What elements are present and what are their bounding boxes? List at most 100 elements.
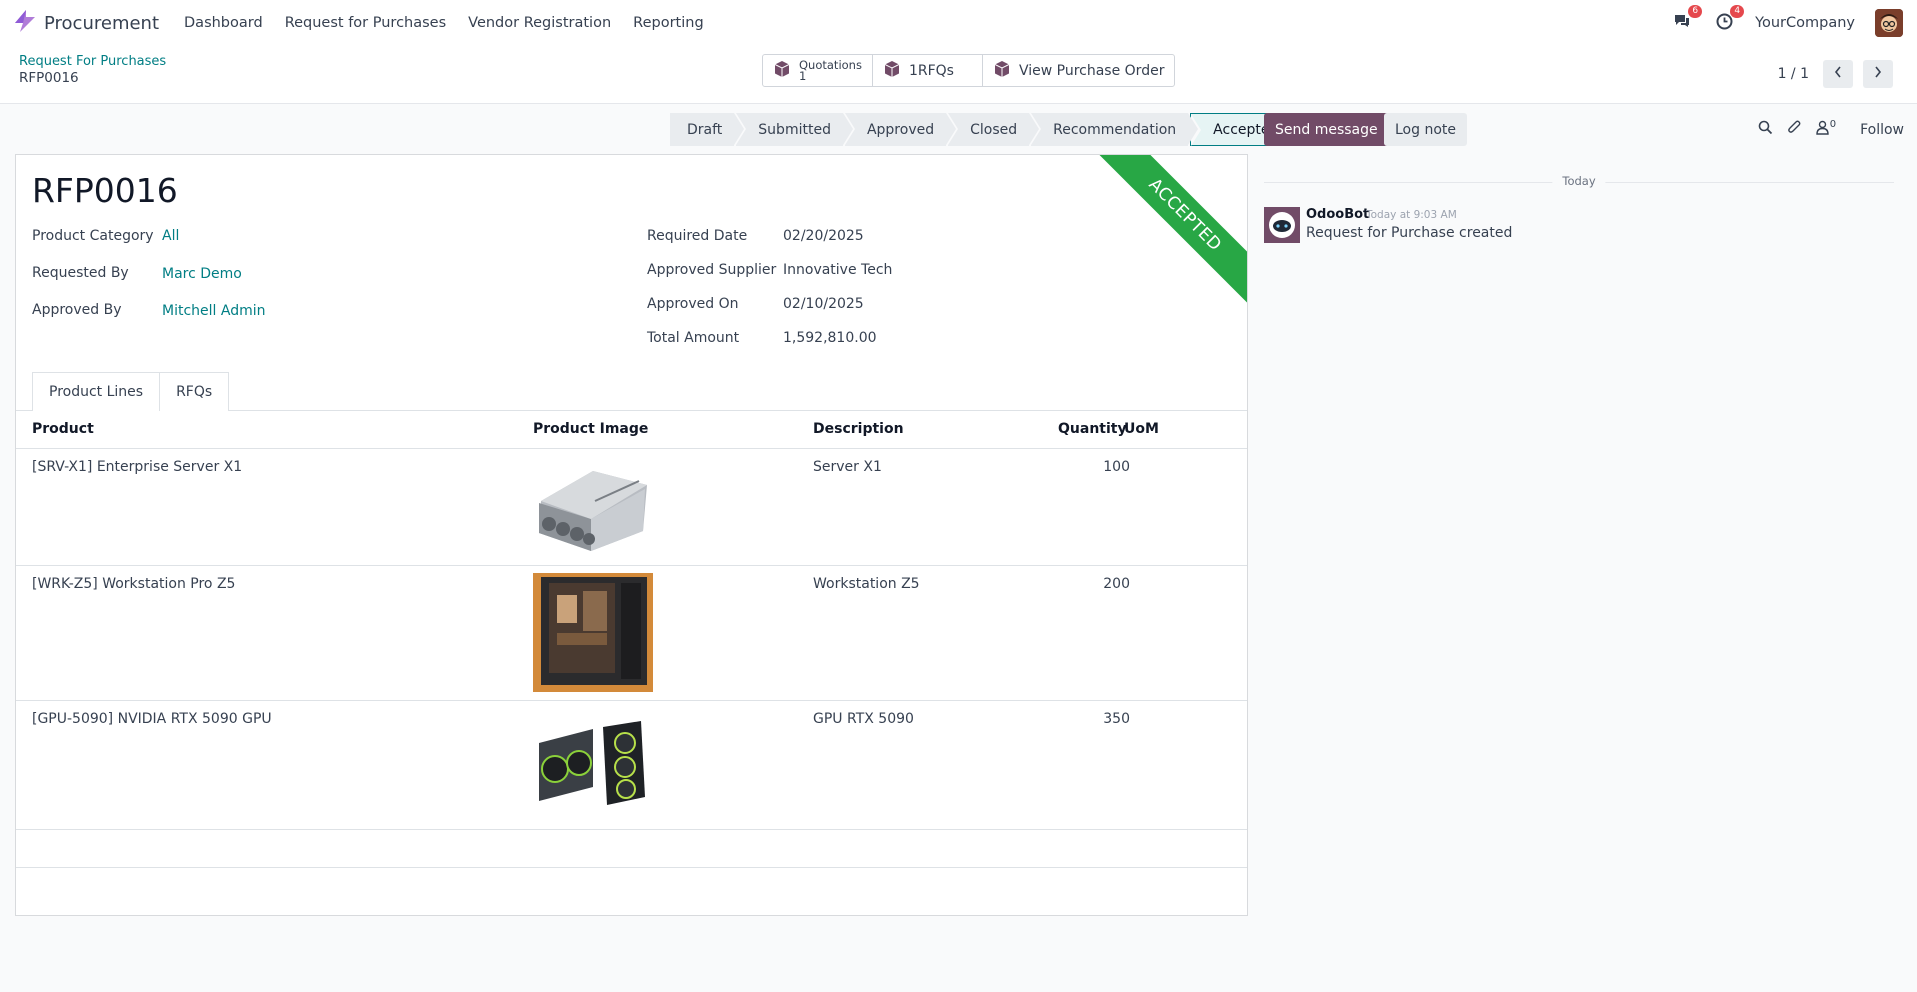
table-header: Product Product Image Description Quanti… [16,411,1247,449]
column-description[interactable]: Description [813,421,904,437]
column-quantity[interactable]: Quantity [1058,421,1127,437]
column-product[interactable]: Product [32,421,94,437]
smart-buttons: Quotations 1 1RFQs View Purchase Order [762,54,1176,87]
box-icon [883,60,901,82]
tab-rfqs[interactable]: RFQs [160,372,230,411]
workstation-image [533,573,653,696]
required-date-label: Required Date [647,228,748,244]
approved-by-label: Approved By [32,302,122,318]
quotations-count: 1 [799,68,807,83]
description-cell: Workstation Z5 [813,576,920,592]
stage-submitted[interactable]: Submitted [736,113,853,146]
company-switcher[interactable]: YourCompany [1755,15,1855,31]
followers-button[interactable]: 0 [1816,120,1836,139]
message-time: Today at 9:03 AM [1366,209,1457,221]
messaging-menu[interactable]: 6 [1671,5,1703,34]
user-avatar[interactable] [1875,9,1903,37]
rfqs-label: 1RFQs [908,62,954,79]
pager-previous-button[interactable] [1823,60,1853,88]
product-category-label: Product Category [32,228,154,244]
stage-draft[interactable]: Draft [670,113,745,146]
view-po-label: View Purchase Order [1018,62,1165,79]
pager-value[interactable]: 1 / 1 [1778,66,1809,82]
app-name: Procurement [44,12,160,34]
product-lines-table: Product Product Image Description Quanti… [16,411,1247,868]
app-logo-icon [12,9,38,37]
gpu-image [533,721,653,815]
chatter-tools: 0 Follow [1758,113,1904,146]
quantity-cell: 100 [1103,459,1130,475]
pager: 1 / 1 [1778,60,1893,88]
breadcrumb-parent-link[interactable]: Request For Purchases [19,54,166,69]
clock-icon [1716,13,1733,34]
stage-approved[interactable]: Approved [844,113,957,146]
chevron-left-icon [1834,66,1842,82]
chevron-right-icon [1874,66,1882,82]
product-cell: [SRV-X1] Enterprise Server X1 [32,459,243,475]
search-icon[interactable] [1758,120,1773,139]
table-row[interactable]: [SRV-X1] Enterprise Server X1 Server X1 … [16,449,1247,566]
control-panel: Request For Purchases RFP0016 Quotations… [0,46,1917,104]
product-category-value[interactable]: All [162,228,179,244]
menu-vendor-registration[interactable]: Vendor Registration [457,15,622,31]
quotations-label: Quotations [799,57,862,72]
quantity-cell: 350 [1103,711,1130,727]
notebook-tabs: Product Lines RFQs [32,372,230,411]
required-date-value: 02/20/2025 [783,228,864,244]
chat-icon [1673,13,1691,33]
box-icon [993,60,1011,82]
empty-row [16,830,1247,868]
product-cell: [WRK-Z5] Workstation Pro Z5 [32,576,236,592]
messages-badge: 6 [1688,5,1703,18]
chatter-topbar: Send message Log note 0 Follow [1264,113,1904,146]
top-navbar: Procurement Dashboard Request for Purcha… [0,0,1917,46]
message-author[interactable]: OdooBot [1306,207,1369,222]
quantity-cell: 200 [1103,576,1130,592]
menu-reporting[interactable]: Reporting [622,15,715,31]
activity-menu[interactable]: 4 [1713,5,1745,34]
message-body: Request for Purchase created [1306,225,1513,241]
accepted-ribbon: ACCEPTED [1094,155,1247,306]
requested-by-value[interactable]: Marc Demo [162,266,242,282]
requested-by-label: Requested By [32,265,129,281]
menu-request-for-purchases[interactable]: Request for Purchases [274,15,457,31]
total-amount-value: 1,592,810.00 [783,330,877,346]
send-message-button[interactable]: Send message [1264,113,1389,146]
date-separator-label: Today [1552,174,1606,188]
product-cell: [GPU-5090] NVIDIA RTX 5090 GPU [32,711,272,727]
quotations-smart-button[interactable]: Quotations 1 [763,55,873,86]
view-purchase-order-button[interactable]: View Purchase Order [983,55,1174,86]
log-note-button[interactable]: Log note [1384,113,1467,146]
approved-supplier-value: Innovative Tech [783,262,893,278]
odoobot-avatar[interactable] [1264,207,1300,243]
menu-dashboard[interactable]: Dashboard [173,15,274,31]
breadcrumb-current: RFP0016 [19,70,79,86]
rfqs-smart-button[interactable]: 1RFQs [873,55,983,86]
status-bar: Draft Submitted Approved Closed Recommen… [670,113,1293,146]
table-row[interactable]: [WRK-Z5] Workstation Pro Z5 Workstation … [16,566,1247,701]
total-amount-label: Total Amount [647,330,740,346]
approved-supplier-label: Approved Supplier [647,262,777,278]
paperclip-icon[interactable] [1787,120,1802,140]
form-sheet: ACCEPTED RFP0016 Product Category All Re… [15,154,1248,916]
approved-on-value: 02/10/2025 [783,296,864,312]
approved-on-label: Approved On [647,296,739,312]
column-product-image[interactable]: Product Image [533,421,648,437]
box-icon [773,60,791,82]
user-icon [1816,120,1829,139]
description-cell: GPU RTX 5090 [813,711,914,727]
column-uom[interactable]: UoM [1124,421,1159,437]
activities-badge: 4 [1730,5,1745,18]
follow-button[interactable]: Follow [1860,122,1904,138]
date-separator: Today [1264,174,1894,190]
approved-by-value[interactable]: Mitchell Admin [162,303,266,319]
app-brand[interactable]: Procurement [12,9,159,37]
record-title: RFP0016 [32,171,178,210]
description-cell: Server X1 [813,459,882,475]
stage-closed[interactable]: Closed [948,113,1040,146]
pager-next-button[interactable] [1863,60,1893,88]
table-row[interactable]: [GPU-5090] NVIDIA RTX 5090 GPU GPU RTX 5… [16,701,1247,830]
stage-recommendation[interactable]: Recommendation [1031,113,1199,146]
followers-count: 0 [1829,119,1837,130]
tab-product-lines[interactable]: Product Lines [32,372,161,411]
